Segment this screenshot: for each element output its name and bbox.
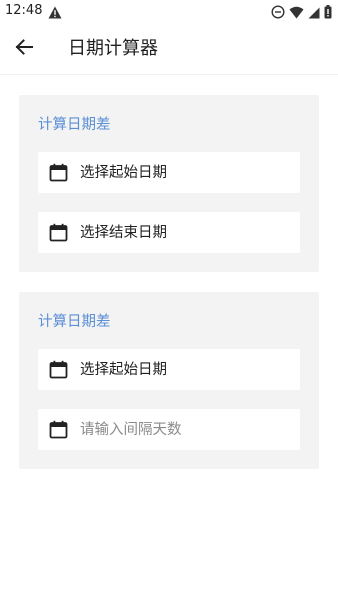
date-offset-card: 计算日期差 选择起始日期 (19, 292, 319, 469)
page-title: 日期计算器 (68, 38, 158, 59)
status-time: 12:48 (5, 3, 43, 18)
app-bar: 日期计算器 (0, 24, 338, 75)
start-date-picker[interactable]: 选择起始日期 (38, 349, 300, 390)
calendar-icon (49, 223, 68, 242)
date-difference-card: 计算日期差 选择起始日期 选择结束日期 (19, 95, 319, 272)
status-icons (271, 4, 332, 23)
interval-days-input[interactable] (80, 417, 290, 443)
calendar-icon (49, 360, 68, 379)
end-date-picker[interactable]: 选择结束日期 (38, 212, 300, 253)
field-label: 选择结束日期 (80, 225, 167, 241)
field-label: 选择起始日期 (80, 165, 167, 181)
card-title: 计算日期差 (38, 117, 111, 133)
arrow-left-icon (15, 39, 33, 59)
wifi-icon (289, 4, 304, 23)
calendar-icon (49, 163, 68, 182)
back-button[interactable] (10, 36, 38, 62)
start-date-picker[interactable]: 选择起始日期 (38, 152, 300, 193)
field-label: 选择起始日期 (80, 362, 167, 378)
battery-icon (324, 4, 332, 23)
interval-days-field[interactable] (38, 409, 300, 450)
do-not-disturb-icon (271, 4, 285, 23)
warning-icon (48, 4, 62, 23)
signal-icon (308, 4, 320, 23)
card-title: 计算日期差 (38, 314, 111, 330)
status-bar: 12:48 (0, 0, 338, 24)
calendar-icon (49, 420, 68, 439)
